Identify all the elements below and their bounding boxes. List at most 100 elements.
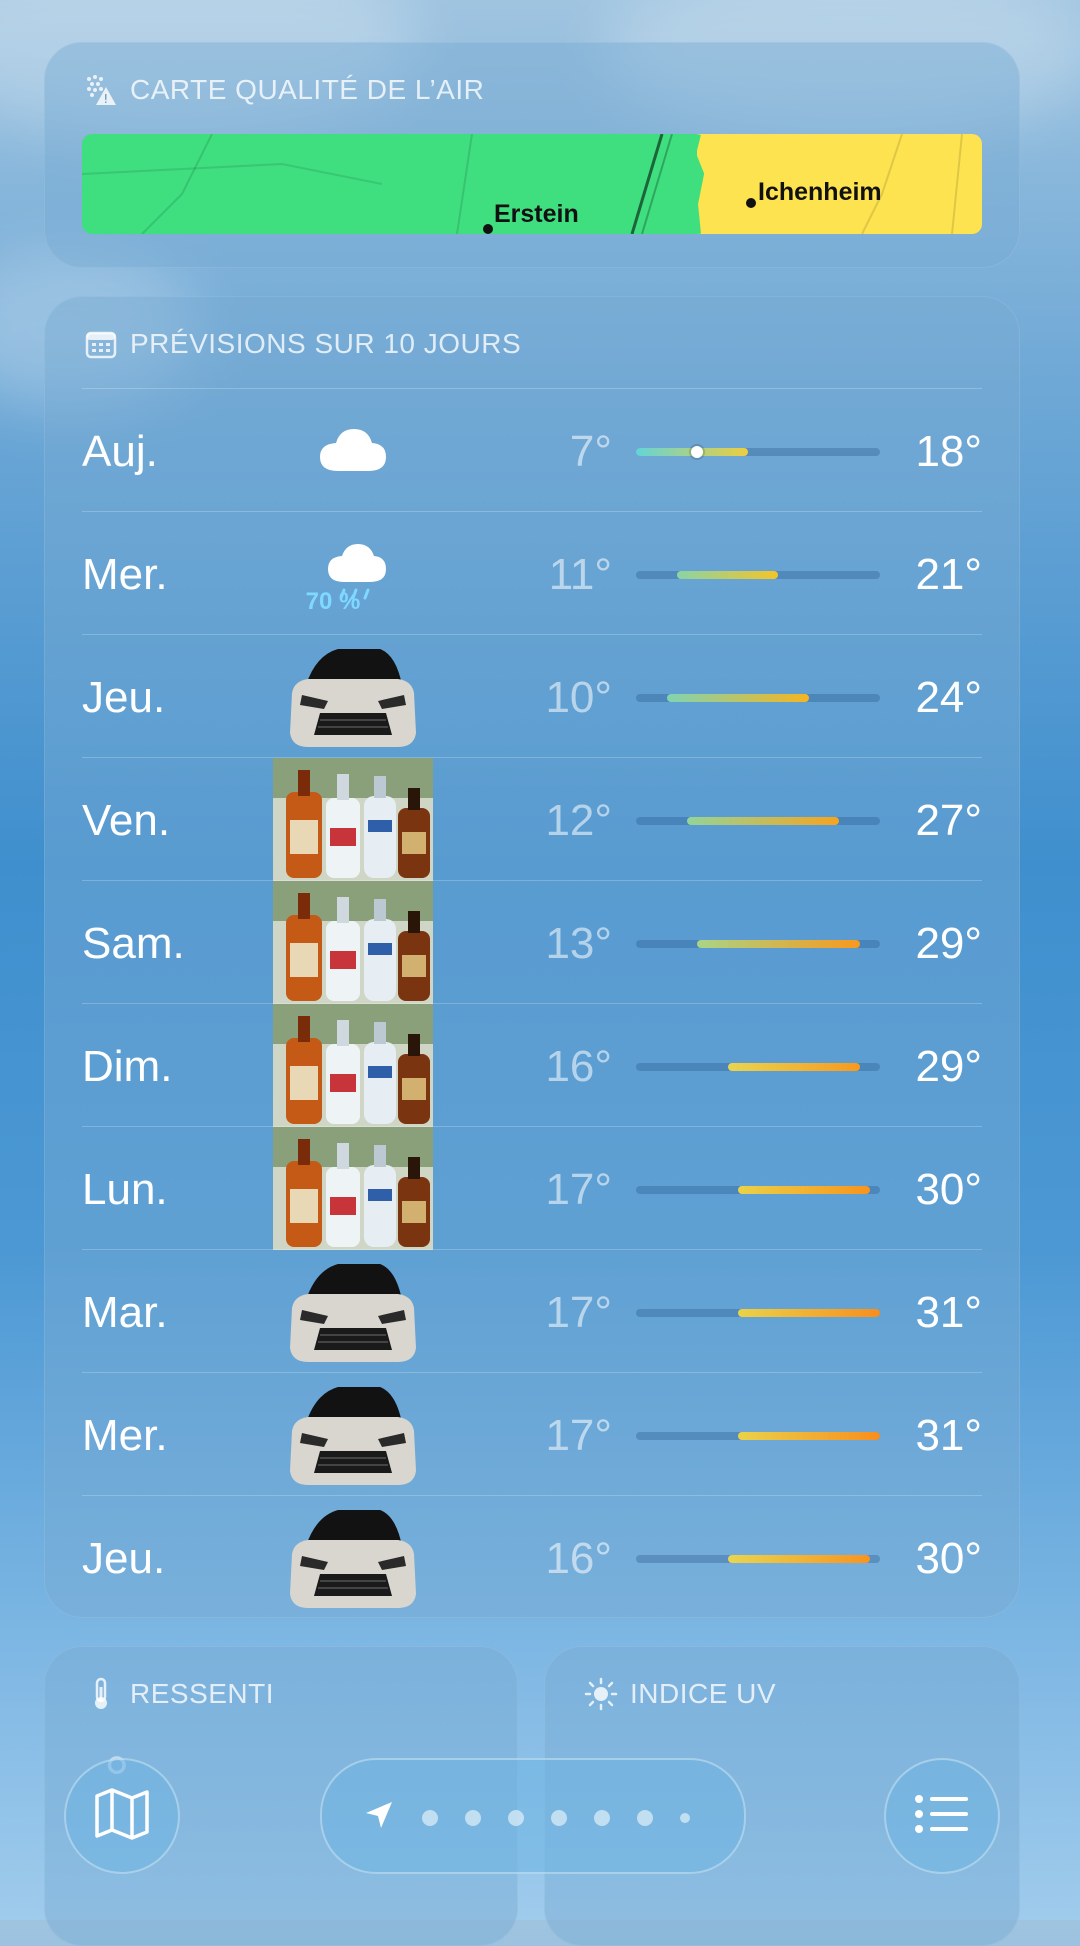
low-temp: 16° — [545, 1534, 612, 1583]
map-icon — [94, 1787, 150, 1845]
sun-icon — [584, 1677, 618, 1711]
map-button[interactable] — [64, 1758, 180, 1874]
bottles-image-icon — [268, 1004, 438, 1127]
temperature-range-track — [636, 1186, 880, 1194]
feels-like-title: RESSENTI — [130, 1678, 275, 1709]
thermometer-icon — [84, 1677, 118, 1711]
car-image-icon — [268, 1496, 438, 1619]
air-quality-map[interactable]: Erstein Ichenheim — [82, 134, 982, 234]
high-temp: 30° — [915, 1534, 982, 1583]
forecast-header: PRÉVISIONS SUR 10 JOURS — [84, 324, 521, 364]
bottles-image-icon — [268, 1127, 438, 1250]
forecast-row[interactable]: Mer. 70 % 11° 21° — [82, 511, 982, 635]
high-temp: 27° — [915, 796, 982, 845]
forecast-row[interactable]: Mar. 17° 31° — [82, 1249, 982, 1373]
temperature-range-bar — [727, 1063, 860, 1071]
page-dot[interactable] — [637, 1810, 653, 1826]
high-temp: 31° — [915, 1288, 982, 1337]
high-temp: 24° — [915, 673, 982, 722]
temperature-range-bar — [737, 1186, 870, 1194]
bottles-image-icon — [268, 758, 438, 881]
forecast-day-label: Lun. — [82, 1165, 168, 1214]
car-image-icon — [268, 1373, 438, 1496]
forecast-row[interactable]: Dim. 16° 29° — [82, 1003, 982, 1127]
current-temp-marker — [691, 446, 703, 458]
calendar-icon — [84, 327, 118, 361]
precipitation-chance: 70 % — [305, 588, 361, 615]
forecast-day-label: Jeu. — [82, 673, 166, 722]
high-temp: 29° — [915, 1042, 982, 1091]
low-temp: 12° — [545, 796, 612, 845]
ten-day-forecast-card[interactable]: PRÉVISIONS SUR 10 JOURS Auj. 7° 18° Mer. 70 … — [44, 296, 1020, 1618]
air-quality-map-icon: ! — [84, 73, 118, 107]
low-temp: 16° — [545, 1042, 612, 1091]
high-temp: 21° — [915, 550, 982, 599]
low-temp: 17° — [545, 1165, 612, 1214]
low-temp: 7° — [569, 427, 612, 476]
high-temp: 29° — [915, 919, 982, 968]
air-quality-map-card[interactable]: ! CARTE QUALITÉ DE L’AIR Erstein Ichenhe… — [44, 42, 1020, 268]
temperature-range-bar — [686, 817, 840, 825]
uv-index-title: INDICE UV — [630, 1678, 777, 1709]
page-dot[interactable] — [594, 1810, 610, 1826]
forecast-row[interactable]: Jeu. 16° 30° — [82, 1495, 982, 1619]
car-image-icon — [268, 1250, 438, 1373]
forecast-row[interactable]: Ven. 12° 27° — [82, 757, 982, 881]
high-temp: 30° — [915, 1165, 982, 1214]
temperature-range-track — [636, 1555, 880, 1563]
temperature-range-track — [636, 1309, 880, 1317]
low-temp: 10° — [545, 673, 612, 722]
temperature-range-bar — [727, 1555, 870, 1563]
forecast-title: PRÉVISIONS SUR 10 JOURS — [130, 328, 522, 359]
forecast-day-label: Auj. — [82, 427, 158, 476]
page-dot[interactable] — [465, 1810, 481, 1826]
air-quality-header: ! CARTE QUALITÉ DE L’AIR — [84, 70, 484, 110]
cloud-icon — [268, 389, 438, 512]
temperature-range-bar — [666, 694, 809, 702]
low-temp: 11° — [548, 550, 612, 599]
list-icon — [914, 1794, 970, 1839]
forecast-row[interactable]: Auj. 7° 18° — [82, 388, 982, 512]
temperature-range-bar — [737, 1309, 880, 1317]
forecast-day-label: Jeu. — [82, 1534, 166, 1583]
page-dot[interactable] — [422, 1810, 438, 1826]
uv-index-header: INDICE UV — [584, 1674, 776, 1714]
high-temp: 18° — [915, 427, 982, 476]
temperature-range-track — [636, 940, 880, 948]
forecast-day-label: Mar. — [82, 1288, 168, 1337]
svg-text:!: ! — [103, 92, 108, 106]
location-arrow-icon[interactable] — [364, 1800, 394, 1835]
temperature-range-track — [636, 694, 880, 702]
temperature-range-bar — [676, 571, 779, 579]
page-dot[interactable] — [508, 1810, 524, 1826]
air-quality-title: CARTE QUALITÉ DE L’AIR — [130, 74, 485, 105]
forecast-row[interactable]: Jeu. 10° 24° — [82, 634, 982, 758]
temperature-range-track — [636, 446, 880, 458]
high-temp: 31° — [915, 1411, 982, 1460]
location-list-button[interactable] — [884, 1758, 1000, 1874]
town-label-ichenheim: Ichenheim — [758, 178, 882, 206]
page-indicator[interactable] — [320, 1758, 746, 1874]
feels-like-header: RESSENTI — [84, 1674, 274, 1714]
temperature-range-bar — [697, 940, 860, 948]
car-image-icon — [268, 635, 438, 758]
temperature-range-track — [636, 817, 880, 825]
forecast-row[interactable]: Mer. 17° 31° — [82, 1372, 982, 1496]
bottles-image-icon — [268, 881, 438, 1004]
forecast-day-label: Mer. — [82, 1411, 168, 1460]
low-temp: 17° — [545, 1288, 612, 1337]
temperature-range-bar — [737, 1432, 880, 1440]
forecast-day-label: Mer. — [82, 550, 168, 599]
rain-cloud-icon — [268, 512, 438, 635]
ichenheim-marker — [746, 198, 756, 208]
forecast-row[interactable]: Sam. 13° 29° — [82, 880, 982, 1004]
forecast-day-label: Sam. — [82, 919, 185, 968]
page-dot[interactable] — [680, 1813, 690, 1823]
forecast-day-label: Dim. — [82, 1042, 173, 1091]
forecast-day-label: Ven. — [82, 796, 171, 845]
page-dot[interactable] — [551, 1810, 567, 1826]
forecast-row[interactable]: Lun. 17° 30° — [82, 1126, 982, 1250]
temperature-range-track — [636, 1063, 880, 1071]
low-temp: 17° — [545, 1411, 612, 1460]
low-temp: 13° — [545, 919, 612, 968]
